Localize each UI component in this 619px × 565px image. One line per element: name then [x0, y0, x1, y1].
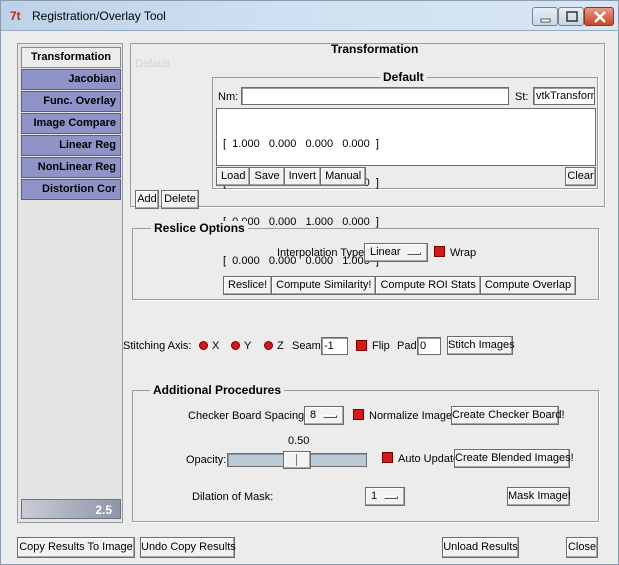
- reslice-actions: Reslice! Compute Similarity! Compute ROI…: [223, 276, 577, 295]
- compute-similarity-button[interactable]: Compute Similarity!: [271, 276, 377, 295]
- create-checker-board-button[interactable]: Create Checker Board!: [451, 406, 565, 425]
- save-button[interactable]: Save: [249, 167, 285, 186]
- load-button[interactable]: Load: [216, 167, 251, 186]
- matrix-display[interactable]: [ 1.000 0.000 0.000 0.000 ] [ 0.000 1.00…: [216, 108, 596, 267]
- axis-y-radio[interactable]: [231, 341, 240, 350]
- seam-label: Seam: [292, 340, 321, 352]
- version-badge: 2.5: [21, 499, 121, 519]
- axis-y-label: Y: [244, 340, 252, 352]
- tab-nonlinear-reg[interactable]: NonLinear Reg: [21, 157, 121, 178]
- delete-button[interactable]: Delete: [161, 190, 199, 209]
- st-label: St:: [515, 91, 529, 103]
- tab-func-overlay[interactable]: Func. Overlay: [21, 91, 121, 112]
- title-bar[interactable]: 7t Registration/Overlay Tool: [1, 1, 618, 31]
- tab-image-compare[interactable]: Image Compare: [21, 113, 121, 134]
- opacity-slider-thumb[interactable]: [283, 451, 311, 469]
- tab-transformation[interactable]: Transformation: [21, 47, 121, 68]
- manual-button[interactable]: Manual: [320, 167, 367, 186]
- add-button[interactable]: Add: [135, 190, 159, 209]
- tab-distortion-cor[interactable]: Distortion Cor: [21, 179, 121, 200]
- unload-results-button[interactable]: Unload Results: [442, 537, 519, 558]
- undo-copy-results-button[interactable]: Undo Copy Results: [140, 537, 236, 558]
- opacity-value: 0.50: [288, 435, 310, 447]
- chevron-down-icon: [407, 252, 421, 255]
- flip-label: Flip: [372, 340, 390, 352]
- minimize-button[interactable]: [532, 7, 558, 26]
- stitch-images-button[interactable]: Stitch Images: [447, 336, 515, 355]
- dilation-of-mask-label: Dilation of Mask:: [192, 491, 274, 503]
- client-area: Transformation Jacobian Func. Overlay Im…: [9, 35, 612, 558]
- wrap-checkbox[interactable]: [434, 246, 445, 257]
- reslice-options-group: Reslice Options Interpolation Type: Line…: [132, 221, 599, 300]
- axis-z-radio[interactable]: [264, 341, 273, 350]
- mask-image-button[interactable]: Mask Image!: [507, 487, 571, 506]
- additional-procedures-group: Additional Procedures Checker Board Spac…: [132, 383, 599, 522]
- tab-linear-reg[interactable]: Linear Reg: [21, 135, 121, 156]
- transformation-group: Transformation Default Default Nm: St: v…: [130, 42, 605, 267]
- clear-button[interactable]: Clear: [565, 167, 596, 186]
- wrap-label: Wrap: [450, 247, 477, 259]
- seam-field[interactable]: -1: [321, 337, 348, 355]
- opacity-label: Opacity:: [186, 454, 227, 466]
- default-group-title: Default: [380, 70, 427, 84]
- interpolation-type-label: Interpolation Type:: [277, 247, 368, 259]
- compute-overlap-button[interactable]: Compute Overlap: [479, 276, 577, 295]
- reslice-options-title: Reslice Options: [151, 221, 248, 235]
- compute-roi-stats-button[interactable]: Compute ROI Stats: [375, 276, 481, 295]
- checker-spacing-select[interactable]: 8: [304, 406, 344, 425]
- minimize-icon: [540, 18, 551, 23]
- create-blended-images-button[interactable]: Create Blended Images!: [454, 449, 574, 468]
- checker-spacing-value: 8: [310, 409, 317, 421]
- status-field[interactable]: vtkTransform: [533, 87, 595, 105]
- name-field[interactable]: [241, 87, 509, 105]
- invert-button[interactable]: Invert: [283, 167, 322, 186]
- interpolation-type-select[interactable]: Linear: [364, 243, 428, 262]
- app-window: 7t Registration/Overlay Tool Transformat…: [0, 0, 619, 565]
- pad-label: Pad: [397, 340, 417, 352]
- dilation-of-mask-value: 1: [371, 490, 378, 502]
- app-logo-icon: 7t: [10, 9, 21, 23]
- tab-jacobian[interactable]: Jacobian: [21, 69, 121, 90]
- reslice-button[interactable]: Reslice!: [223, 276, 273, 295]
- flip-checkbox[interactable]: [356, 340, 367, 351]
- sidebar: Transformation Jacobian Func. Overlay Im…: [17, 43, 123, 523]
- checker-spacing-label: Checker Board Spacing:: [188, 410, 308, 422]
- interpolation-type-value: Linear: [370, 246, 401, 258]
- maximize-icon: [566, 11, 578, 22]
- axis-z-label: Z: [277, 340, 284, 352]
- close-window-button[interactable]: [584, 7, 614, 26]
- default-transform-group: Default Nm: St: vtkTransform [ 1.000 0.0…: [212, 70, 598, 267]
- transformation-title: Transformation: [331, 42, 419, 56]
- dilation-of-mask-select[interactable]: 1: [365, 487, 405, 506]
- auto-update-label: Auto Update: [398, 453, 460, 465]
- matrix-row: [ 1.000 0.000 0.000 0.000 ]: [223, 138, 379, 150]
- opacity-slider[interactable]: [227, 451, 367, 469]
- auto-update-checkbox[interactable]: [382, 452, 393, 463]
- stitching-axis-label: Stitching Axis:: [123, 340, 192, 352]
- axis-x-label: X: [212, 340, 220, 352]
- maximize-button[interactable]: [558, 7, 584, 26]
- normalize-images-checkbox[interactable]: [353, 409, 364, 420]
- window-title: Registration/Overlay Tool: [32, 9, 166, 23]
- close-icon: [594, 11, 606, 23]
- close-button[interactable]: Close: [566, 537, 598, 558]
- matrix-actions: Load Save Invert Manual: [216, 167, 367, 186]
- copy-results-button[interactable]: Copy Results To Image: [17, 537, 135, 558]
- nm-label: Nm:: [218, 91, 239, 103]
- additional-procedures-title: Additional Procedures: [150, 383, 285, 397]
- axis-x-radio[interactable]: [199, 341, 208, 350]
- chevron-down-icon: [384, 496, 398, 499]
- normalize-images-label: Normalize Images: [369, 410, 458, 422]
- pad-field[interactable]: 0: [417, 337, 441, 355]
- faded-default-label: Default: [135, 58, 170, 70]
- chevron-down-icon: [323, 415, 337, 418]
